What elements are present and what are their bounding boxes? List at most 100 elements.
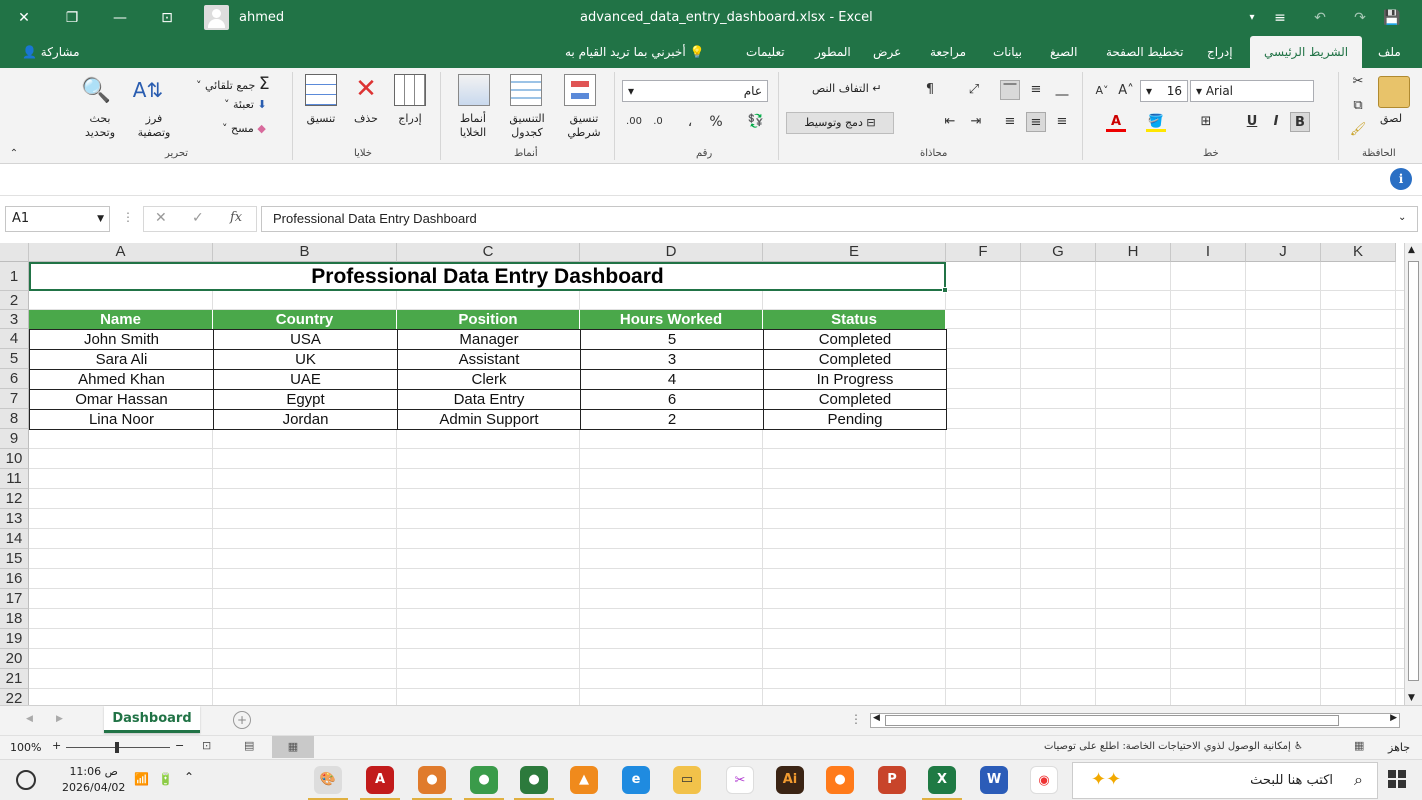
tab-page-layout[interactable]: تخطيط الصفحة: [1106, 36, 1183, 68]
font-name-box[interactable]: ▾ Arial: [1190, 80, 1314, 102]
windows-start-icon[interactable]: [1388, 770, 1406, 788]
row-header[interactable]: 17: [0, 589, 29, 609]
wifi-icon[interactable]: 📶: [134, 772, 149, 786]
sheet-tab-dashboard[interactable]: Dashboard: [104, 706, 200, 733]
decrease-decimal-button[interactable]: .0: [648, 112, 668, 132]
autosum-button[interactable]: ˅ جمع تلقائي Σ: [196, 74, 270, 94]
align-bottom-icon[interactable]: ⎽: [1052, 80, 1072, 100]
tab-view[interactable]: عرض: [873, 36, 901, 68]
column-header-e[interactable]: E: [763, 243, 946, 262]
table-cell[interactable]: Assistant: [397, 349, 581, 370]
formula-input[interactable]: Professional Data Entry Dashboard: [261, 206, 1418, 232]
zoom-in-icon[interactable]: +: [52, 739, 61, 752]
underline-button[interactable]: U: [1242, 112, 1262, 132]
zoom-level[interactable]: 100%: [10, 741, 41, 754]
accessibility-status[interactable]: إمكانية الوصول لذوي الاحتياجات الخاصة: ا…: [1044, 741, 1303, 752]
table-cell[interactable]: Egypt: [213, 389, 398, 410]
format-painter-icon[interactable]: 🖌: [1348, 120, 1368, 140]
sort-filter-icon[interactable]: A⇅: [132, 74, 164, 106]
select-all-corner[interactable]: [0, 243, 29, 262]
row-header[interactable]: 3: [0, 310, 29, 329]
wrap-text-button[interactable]: التفاف النص ↵: [812, 82, 881, 95]
avatar[interactable]: [204, 5, 229, 30]
scroll-left-icon[interactable]: ◀: [873, 713, 880, 723]
column-header-g[interactable]: G: [1021, 243, 1096, 262]
chrome-profile-2-icon[interactable]: ●: [470, 766, 498, 794]
add-sheet-icon[interactable]: +: [233, 711, 251, 729]
excel-icon[interactable]: X: [928, 766, 956, 794]
chrome-icon[interactable]: ◉: [1030, 766, 1058, 794]
table-cell[interactable]: Completed: [763, 389, 947, 410]
column-header-c[interactable]: C: [397, 243, 580, 262]
table-cell[interactable]: Jordan: [213, 409, 398, 430]
row-header[interactable]: 13: [0, 509, 29, 529]
scroll-down-icon[interactable]: ▼: [1408, 693, 1415, 703]
column-header-f[interactable]: F: [946, 243, 1021, 262]
merge-center-button[interactable]: دمج وتوسيط ⊟: [786, 112, 894, 134]
grow-font-icon[interactable]: A˄: [1116, 81, 1136, 101]
fill-button[interactable]: ˅ تعبئة ⬇: [224, 98, 267, 111]
row-header[interactable]: 18: [0, 609, 29, 629]
minimize-icon[interactable]: —: [108, 6, 132, 30]
zoom-out-icon[interactable]: −: [175, 739, 184, 752]
row-header[interactable]: 21: [0, 669, 29, 689]
table-cell[interactable]: Lina Noor: [29, 409, 214, 430]
column-header-j[interactable]: J: [1246, 243, 1321, 262]
name-box[interactable]: A1 ▼: [5, 206, 110, 232]
table-header-cell[interactable]: Position: [397, 310, 580, 329]
row-header[interactable]: 9: [0, 429, 29, 449]
merged-title-cell[interactable]: Professional Data Entry Dashboard: [29, 262, 948, 293]
tab-review[interactable]: مراجعة: [930, 36, 966, 68]
table-cell[interactable]: USA: [213, 329, 398, 350]
powerpoint-icon[interactable]: P: [878, 766, 906, 794]
increase-decimal-button[interactable]: .00: [624, 112, 644, 132]
vertical-scrollbar[interactable]: ▲ ▼: [1404, 243, 1422, 705]
row-header[interactable]: 1: [0, 262, 29, 291]
confirm-entry-icon[interactable]: ✓: [192, 210, 204, 226]
tell-me-search[interactable]: أخبرني بما تريد القيام به 💡: [565, 36, 704, 68]
scroll-thumb[interactable]: [885, 715, 1339, 726]
edge-icon[interactable]: e: [622, 766, 650, 794]
horizontal-scrollbar[interactable]: ◀ ▶: [870, 713, 1400, 728]
column-header-d[interactable]: D: [580, 243, 763, 262]
font-size-box[interactable]: ▾ 16: [1140, 80, 1188, 102]
table-cell[interactable]: Completed: [763, 329, 947, 350]
notification-icon[interactable]: [16, 770, 36, 790]
insert-cells-icon[interactable]: [394, 74, 426, 106]
paste-icon[interactable]: [1378, 76, 1410, 108]
table-cell[interactable]: UAE: [213, 369, 398, 390]
percent-button[interactable]: %: [706, 112, 726, 132]
chrome-profile-3-icon[interactable]: ●: [520, 766, 548, 794]
battery-icon[interactable]: 🔋: [158, 772, 173, 786]
row-header[interactable]: 8: [0, 409, 29, 429]
row-header[interactable]: 10: [0, 449, 29, 469]
next-sheet-icon[interactable]: ▶: [56, 714, 63, 724]
align-top-icon[interactable]: ⎺: [1000, 80, 1020, 100]
show-hidden-icons-icon[interactable]: ⌃: [184, 770, 194, 784]
scroll-thumb[interactable]: [1408, 261, 1419, 681]
table-cell[interactable]: 5: [580, 329, 764, 350]
table-cell[interactable]: 3: [580, 349, 764, 370]
row-header[interactable]: 7: [0, 389, 29, 409]
tab-help[interactable]: تعليمات: [746, 36, 785, 68]
table-cell[interactable]: UK: [213, 349, 398, 370]
format-cells-icon[interactable]: [305, 74, 337, 106]
shrink-font-icon[interactable]: A˅: [1092, 81, 1112, 101]
copy-icon[interactable]: ⧉: [1348, 96, 1368, 116]
format-as-table-icon[interactable]: [510, 74, 542, 106]
row-header[interactable]: 22: [0, 689, 29, 705]
tab-home[interactable]: الشريط الرئيسي: [1250, 36, 1363, 68]
acrobat-icon[interactable]: A: [366, 766, 394, 794]
table-cell[interactable]: Completed: [763, 349, 947, 370]
paint-icon[interactable]: 🎨: [314, 766, 342, 794]
column-header-b[interactable]: B: [213, 243, 397, 262]
align-center-icon[interactable]: ≡: [1026, 112, 1046, 132]
number-format-box[interactable]: ▾ عام: [622, 80, 768, 102]
tab-insert[interactable]: إدراج: [1207, 36, 1233, 68]
row-header[interactable]: 14: [0, 529, 29, 549]
conditional-formatting-icon[interactable]: [564, 74, 596, 106]
table-cell[interactable]: Sara Ali: [29, 349, 214, 370]
row-header[interactable]: 12: [0, 489, 29, 509]
row-header[interactable]: 20: [0, 649, 29, 669]
table-cell[interactable]: 2: [580, 409, 764, 430]
